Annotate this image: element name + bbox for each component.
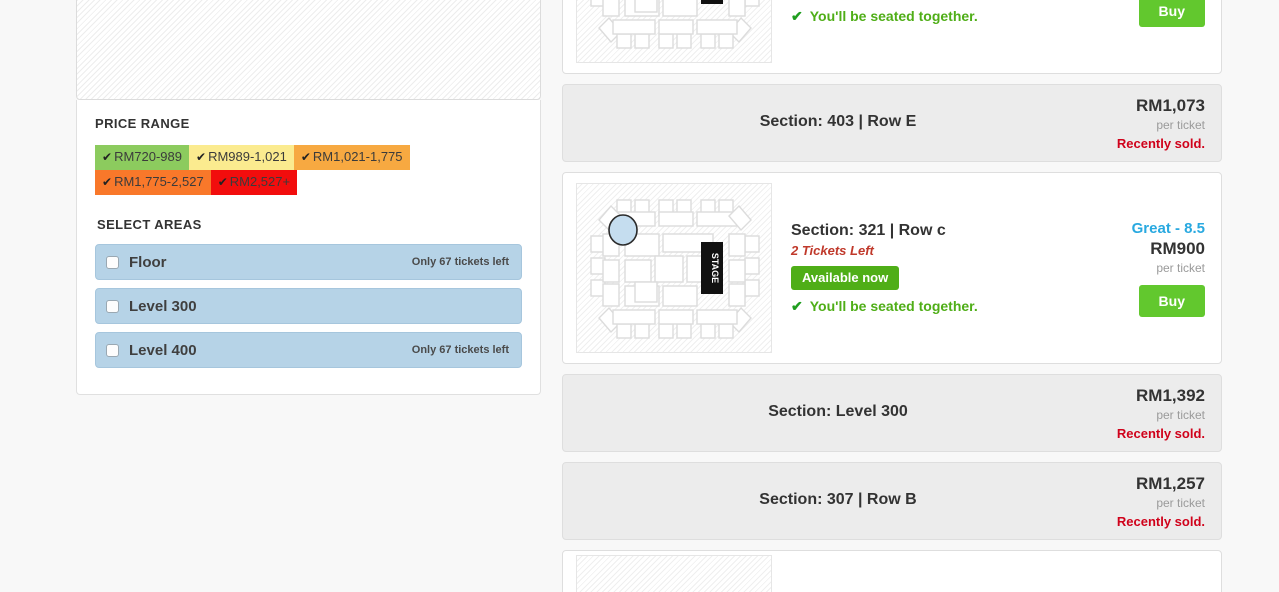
check-icon: ✔ (791, 297, 803, 314)
listing-seat-title: Section: 307 | Row B (759, 490, 917, 508)
per-ticket-label: per ticket (1156, 117, 1205, 132)
area-row-level-300[interactable]: Level 300 (95, 288, 522, 324)
listing-price: RM1,257 (1136, 473, 1205, 493)
area-tickets-note: Only 67 tickets left (411, 344, 509, 356)
thumb-graphic: STAGE (590, 0, 760, 49)
listing-seatmap-thumb[interactable]: STAGE (576, 183, 772, 353)
check-icon: ✔ (217, 175, 228, 189)
listing-seatmap-thumb[interactable]: STAGE (576, 0, 772, 63)
buy-button[interactable]: Buy (1138, 0, 1205, 27)
price-chip-3[interactable]: ✔ RM1,021-1,775 (293, 145, 410, 170)
price-chip-2[interactable]: ✔ RM989-1,021 (189, 145, 294, 170)
listing-tickets-left: 2 Tickets Left (791, 242, 874, 258)
listing-card[interactable]: Section: 307 | Row B RM1,257 per ticket … (562, 462, 1222, 540)
buy-button[interactable]: Buy (1138, 284, 1205, 317)
listing-card[interactable]: Section: 403 | Row E RM1,073 per ticket … (562, 84, 1222, 162)
listing-thumb-wrap: STAGE (563, 173, 773, 363)
seat-location-marker (608, 214, 638, 246)
recently-sold-note: Recently sold. (1116, 135, 1205, 151)
check-icon: ✔ (102, 175, 113, 189)
seated-together-label: You'll be seated together. (809, 8, 978, 24)
listing-price: RM1,073 (1136, 95, 1205, 115)
listings-column: STAGE Section: 303 | Row F 4 Tickets Lef… (562, 0, 1222, 592)
seated-together-note: ✔ You'll be seated together. (791, 8, 1095, 25)
listing-pricing: Great - 8.8 RM900 per ticket Buy (1111, 0, 1221, 73)
area-row-floor[interactable]: Floor Only 67 tickets left (95, 244, 522, 280)
area-label: Level 300 (129, 297, 197, 315)
stage-block (701, 0, 723, 4)
checkbox-icon[interactable] (106, 299, 119, 313)
seated-together-label: You'll be seated together. (809, 298, 978, 314)
area-label: Level 400 (129, 341, 197, 359)
listing-price: RM900 (1150, 238, 1205, 258)
listing-rating: Great - 8.5 (1131, 219, 1205, 237)
area-row-level-400[interactable]: Level 400 Only 67 tickets left (95, 332, 522, 368)
recently-sold-note: Recently sold. (1116, 513, 1205, 529)
listing-card[interactable]: STAGE Section: 303 | Row F 4 Tickets Lef… (562, 0, 1222, 74)
price-chip-label: RM989-1,021 (208, 149, 287, 164)
price-range-legend: ✔ RM720-989 ✔ RM989-1,021 ✔ RM1,021-1,775 ✔… (95, 145, 522, 195)
price-chip-label: RM2,527+ (229, 174, 291, 189)
listing-pricing: Great - 8.5 RM900 per ticket Buy (1111, 173, 1221, 363)
seated-together-note: ✔ You'll be seated together. (791, 298, 1095, 315)
per-ticket-label: per ticket (1156, 407, 1205, 422)
listing-pricing: RM1,073 per ticket Recently sold. (1111, 96, 1221, 151)
price-chip-label: RM1,775-2,527 (114, 174, 204, 189)
check-icon: ✔ (102, 150, 113, 164)
price-range-title: PRICE RANGE (95, 116, 190, 131)
check-icon: ✔ (196, 150, 207, 164)
listing-thumb-wrap: STAGE (563, 0, 773, 73)
venue-seatmap[interactable]: 404 405 406 407 408 409 410 (76, 0, 541, 100)
listing-info: Section: 321 | Row c 2 Tickets Left Avai… (773, 173, 1111, 363)
ticket-listing-page: 404 405 406 407 408 409 410 PRICE RANGE (0, 0, 1279, 592)
filters-panel: PRICE RANGE ✔ RM720-989 ✔ RM989-1,021 ✔ RM1… (76, 100, 541, 395)
listing-seat-title: Section: 321 | Row c (791, 221, 946, 239)
price-chip-label: RM720-989 (114, 149, 182, 164)
listing-thumb-wrap (563, 551, 773, 592)
listing-seat-title: Section: 403 | Row E (759, 112, 917, 130)
price-chip-4[interactable]: ✔ RM1,775-2,527 (95, 170, 211, 195)
checkbox-icon[interactable] (106, 255, 119, 269)
listing-info: Section: 303 | Row F 4 Tickets Left Avai… (773, 0, 1111, 73)
area-tickets-note: Only 67 tickets left (411, 256, 509, 268)
listing-info: Section: Level 300 (563, 403, 1111, 424)
price-chip-5[interactable]: ✔ RM2,527+ (210, 170, 298, 195)
seatmap-graphic[interactable]: 404 405 406 407 408 409 410 (77, 0, 540, 100)
listing-card-partial[interactable] (562, 550, 1222, 592)
left-panel: 404 405 406 407 408 409 410 PRICE RANGE (76, 0, 541, 395)
per-ticket-label: per ticket (1156, 495, 1205, 510)
check-icon: ✔ (791, 7, 803, 24)
listing-card[interactable]: Section: Level 300 RM1,392 per ticket Re… (562, 374, 1222, 452)
listing-price: RM1,392 (1136, 385, 1205, 405)
checkbox-icon[interactable] (106, 343, 119, 357)
recently-sold-note: Recently sold. (1116, 425, 1205, 441)
listing-info: Section: 403 | Row E (563, 113, 1111, 134)
area-label: Floor (129, 253, 167, 271)
listing-info: Section: 307 | Row B (563, 491, 1111, 512)
select-areas-title: SELECT AREAS (97, 217, 202, 232)
stage-label: STAGE (710, 253, 720, 283)
listing-pricing: RM1,257 per ticket Recently sold. (1111, 474, 1221, 529)
check-icon: ✔ (300, 150, 311, 164)
availability-badge: Available now (791, 265, 900, 290)
listing-seatmap-thumb[interactable] (576, 555, 772, 592)
thumb-graphic: STAGE (590, 199, 760, 339)
price-chip-label: RM1,021-1,775 (312, 149, 403, 164)
listing-card[interactable]: STAGE Section: 321 | Row c 2 Tickets Lef… (562, 172, 1222, 364)
price-chip-1[interactable]: ✔ RM720-989 (95, 145, 189, 170)
listing-pricing: RM1,392 per ticket Recently sold. (1111, 386, 1221, 441)
per-ticket-label: per ticket (1156, 260, 1205, 275)
listing-seat-title: Section: Level 300 (768, 402, 908, 420)
